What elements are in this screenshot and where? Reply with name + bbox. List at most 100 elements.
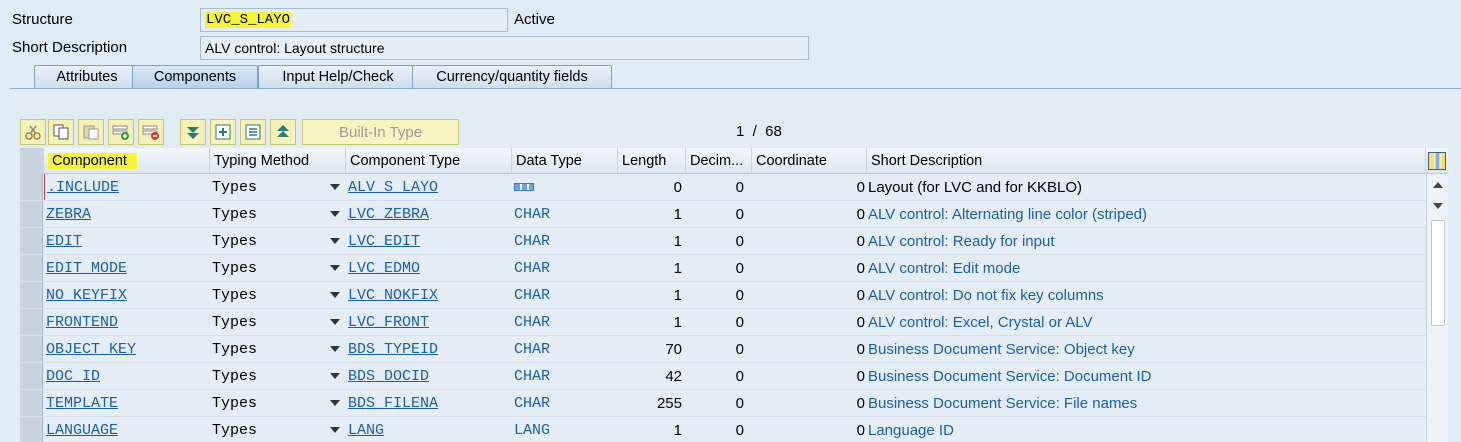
component-link[interactable]: EDIT [46,233,82,250]
coordinate-cell[interactable]: 0 [752,309,866,335]
length-cell[interactable]: 1 [618,228,686,254]
vertical-scrollbar[interactable] [1426,174,1448,442]
coordinate-cell[interactable]: 0 [752,363,866,389]
coordinate-cell[interactable]: 0 [752,174,866,200]
typing-method-dropdown[interactable]: Types [210,174,346,200]
prev-page-button[interactable] [210,119,236,145]
col-header-length[interactable]: Length [618,148,686,174]
component-link[interactable]: DOC_ID [46,368,100,385]
next-page-button[interactable] [240,119,266,145]
component-link[interactable]: LANGUAGE [46,422,118,439]
column-config-icon[interactable] [1428,152,1446,170]
chevron-down-icon[interactable] [330,373,340,379]
col-header-component[interactable]: Component [44,148,210,174]
component-type-link[interactable]: ALV_S_LAYO [348,179,438,196]
chevron-down-icon[interactable] [330,184,340,190]
row-selector[interactable] [20,282,43,308]
component-type-link[interactable]: LVC_EDMO [348,260,420,277]
decimals-cell[interactable]: 0 [686,228,752,254]
tab-components[interactable]: Components [132,65,258,88]
typing-method-dropdown[interactable]: Types [210,228,346,254]
built-in-type-button[interactable]: Built-In Type [302,119,459,145]
component-cell[interactable]: LANGUAGE [44,417,210,442]
row-selector[interactable] [20,309,43,335]
component-type-cell[interactable]: LVC_ZEBRA [346,201,512,227]
component-cell[interactable]: DOC_ID [44,363,210,389]
decimals-cell[interactable]: 0 [686,174,752,200]
tab-attributes[interactable]: Attributes [34,65,140,88]
component-cell[interactable]: ZEBRA [44,201,210,227]
length-cell[interactable]: 1 [618,309,686,335]
decimals-cell[interactable]: 0 [686,390,752,416]
length-cell[interactable]: 42 [618,363,686,389]
component-link[interactable]: TEMPLATE [46,395,118,412]
typing-method-dropdown[interactable]: Types [210,336,346,362]
component-type-cell[interactable]: BDS_TYPEID [346,336,512,362]
col-header-component-type[interactable]: Component Type [346,148,512,174]
paste-button[interactable] [78,119,104,145]
coordinate-cell[interactable]: 0 [752,255,866,281]
row-selector[interactable] [20,336,43,362]
component-cell[interactable]: NO_KEYFIX [44,282,210,308]
row-selector[interactable] [20,201,43,227]
tab-input-help-check[interactable]: Input Help/Check [258,65,418,88]
chevron-down-icon[interactable] [330,265,340,271]
length-cell[interactable]: 1 [618,201,686,227]
component-type-cell[interactable]: BDS_DOCID [346,363,512,389]
length-cell[interactable]: 1 [618,282,686,308]
row-selector[interactable] [20,228,43,254]
component-type-link[interactable]: LVC_ZEBRA [348,206,429,223]
component-type-cell[interactable]: LVC_EDIT [346,228,512,254]
component-link[interactable]: OBJECT_KEY [46,341,136,358]
delete-row-button[interactable] [138,119,164,145]
row-selector[interactable] [20,417,43,442]
typing-method-dropdown[interactable]: Types [210,255,346,281]
component-type-link[interactable]: BDS_DOCID [348,368,429,385]
component-cell[interactable]: EDIT [44,228,210,254]
scroll-up-icon[interactable] [1433,182,1443,188]
decimals-cell[interactable]: 0 [686,201,752,227]
component-type-cell[interactable]: ALV_S_LAYO [346,174,512,200]
component-link[interactable]: EDIT_MODE [46,260,127,277]
typing-method-dropdown[interactable]: Types [210,363,346,389]
coordinate-cell[interactable]: 0 [752,336,866,362]
col-header-typing-method[interactable]: Typing Method [210,148,346,174]
row-selector[interactable] [20,390,43,416]
chevron-down-icon[interactable] [330,346,340,352]
component-cell[interactable]: TEMPLATE [44,390,210,416]
typing-method-dropdown[interactable]: Types [210,201,346,227]
structure-field[interactable]: LVC_S_LAYO [200,8,508,32]
coordinate-cell[interactable]: 0 [752,282,866,308]
row-selector[interactable] [20,174,43,200]
decimals-cell[interactable]: 0 [686,417,752,442]
component-cell[interactable]: FRONTEND [44,309,210,335]
coordinate-cell[interactable]: 0 [752,417,866,442]
chevron-down-icon[interactable] [330,319,340,325]
col-header-data-type[interactable]: Data Type [512,148,618,174]
component-type-link[interactable]: LVC_NOKFIX [348,287,438,304]
chevron-down-icon[interactable] [330,211,340,217]
cut-button[interactable] [20,119,46,145]
scroll-thumb[interactable] [1431,220,1445,326]
component-cell[interactable]: .INCLUDE [44,174,210,200]
component-cell[interactable]: EDIT_MODE [44,255,210,281]
typing-method-dropdown[interactable]: Types [210,417,346,442]
typing-method-dropdown[interactable]: Types [210,282,346,308]
coordinate-cell[interactable]: 0 [752,228,866,254]
component-type-cell[interactable]: BDS_FILENA [346,390,512,416]
length-cell[interactable]: 255 [618,390,686,416]
component-type-link[interactable]: LANG [348,422,384,439]
typing-method-dropdown[interactable]: Types [210,309,346,335]
short-desc-field[interactable]: ALV control: Layout structure [200,36,809,60]
component-type-cell[interactable]: LVC_FRONT [346,309,512,335]
col-header-short-description[interactable]: Short Description [867,148,1426,174]
first-page-button[interactable] [180,119,206,145]
component-link[interactable]: NO_KEYFIX [46,287,127,304]
scroll-down-icon[interactable] [1433,203,1443,209]
chevron-down-icon[interactable] [330,238,340,244]
length-cell[interactable]: 1 [618,255,686,281]
component-type-link[interactable]: BDS_TYPEID [348,341,438,358]
decimals-cell[interactable]: 0 [686,282,752,308]
typing-method-dropdown[interactable]: Types [210,390,346,416]
chevron-down-icon[interactable] [330,427,340,433]
